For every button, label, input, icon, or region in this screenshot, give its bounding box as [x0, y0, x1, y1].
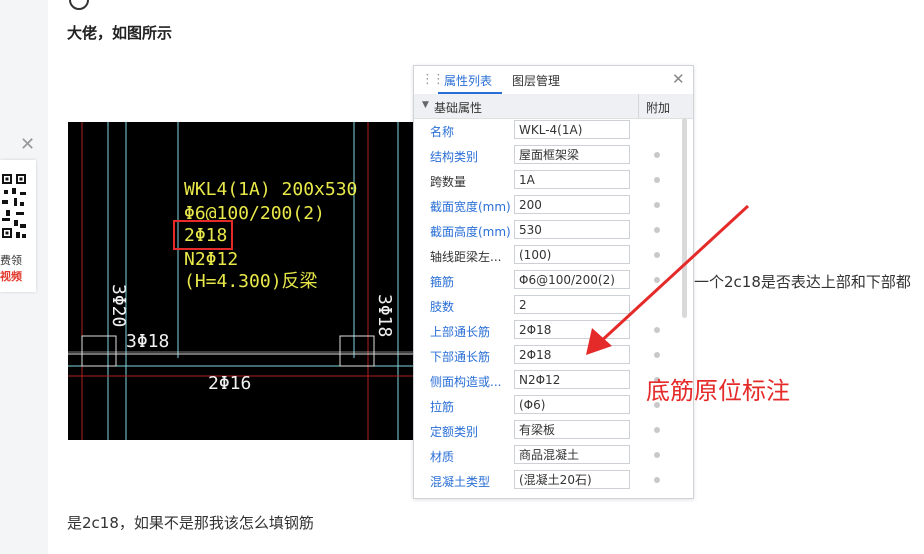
annotation-note: 底筋原位标注: [646, 377, 790, 405]
red-arrow-icon: [586, 204, 750, 355]
question-bottom-text: 是2c18，如果不是那我该怎么填钢筋: [67, 514, 314, 532]
